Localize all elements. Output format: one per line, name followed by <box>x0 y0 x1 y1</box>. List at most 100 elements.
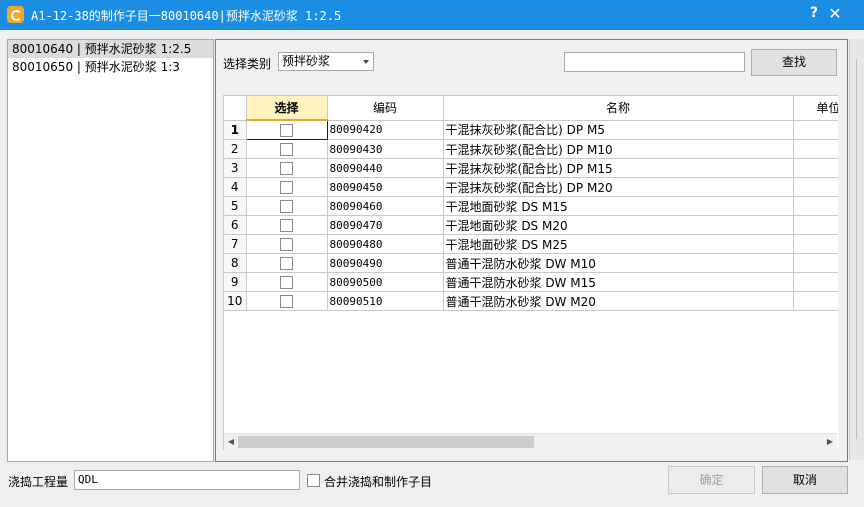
row-number: 6 <box>224 215 247 235</box>
row-number: 4 <box>224 177 247 197</box>
pour-quantity-label: 浇捣工程量 <box>8 475 69 489</box>
table-row[interactable]: 2 80090430 干混抹灰砂浆(配合比) DP M10 m3 <box>224 139 838 159</box>
row-number: 7 <box>224 234 247 254</box>
unit-cell[interactable]: m3 <box>793 291 838 311</box>
row-number: 10 <box>224 291 247 311</box>
background-window-edge <box>849 39 864 460</box>
table-row[interactable]: 10 80090510 普通干混防水砂浆 DW M20 m3 <box>224 291 838 311</box>
row-checkbox[interactable] <box>280 238 293 251</box>
row-checkbox[interactable] <box>280 257 293 270</box>
table-row[interactable]: 1 80090420 干混抹灰砂浆(配合比) DP M5 m3 <box>224 119 838 140</box>
row-checkbox[interactable] <box>280 276 293 289</box>
category-label: 选择类别 <box>223 57 272 71</box>
name-cell[interactable]: 干混抹灰砂浆(配合比) DP M5 <box>443 120 794 140</box>
unit-cell[interactable]: m3 <box>793 272 838 292</box>
table-row[interactable]: 4 80090450 干混抹灰砂浆(配合比) DP M20 m3 <box>224 177 838 197</box>
scrollbar-thumb[interactable] <box>238 436 534 448</box>
search-input[interactable] <box>564 52 745 72</box>
select-cell[interactable] <box>246 291 328 311</box>
row-checkbox[interactable] <box>280 219 293 232</box>
row-checkbox[interactable] <box>280 143 293 156</box>
row-number: 5 <box>224 196 247 216</box>
unit-cell[interactable]: m3 <box>793 215 838 235</box>
table-row[interactable]: 9 80090500 普通干混防水砂浆 DW M15 m3 <box>224 272 838 292</box>
code-cell[interactable]: 80090470 <box>327 215 444 235</box>
unit-cell[interactable]: m3 <box>793 196 838 216</box>
row-number-header <box>224 96 247 121</box>
table-row[interactable]: 7 80090480 干混地面砂浆 DS M25 m3 <box>224 234 838 254</box>
unit-cell[interactable]: m3 <box>793 234 838 254</box>
dropdown-arrow-icon <box>363 60 369 64</box>
name-cell[interactable]: 干混地面砂浆 DS M25 <box>443 234 794 254</box>
name-cell[interactable]: 干混抹灰砂浆(配合比) DP M15 <box>443 158 794 178</box>
select-cell[interactable] <box>246 253 328 273</box>
search-button[interactable]: 查找 <box>751 49 837 76</box>
name-cell[interactable]: 干混地面砂浆 DS M15 <box>443 196 794 216</box>
unit-cell[interactable]: m3 <box>793 120 838 140</box>
cancel-button[interactable]: 取消 <box>762 466 848 494</box>
select-cell[interactable] <box>246 215 328 235</box>
name-cell[interactable]: 干混地面砂浆 DS M20 <box>443 215 794 235</box>
column-header-select[interactable]: 选择 <box>246 96 328 121</box>
pour-quantity-input[interactable]: QDL <box>74 470 300 490</box>
column-header-code[interactable]: 编码 <box>327 96 444 121</box>
close-button[interactable]: ✕ <box>826 4 844 24</box>
select-cell[interactable] <box>246 234 328 254</box>
code-cell[interactable]: 80090480 <box>327 234 444 254</box>
column-header-name[interactable]: 名称 <box>443 96 794 121</box>
grid-header-row: 选择 编码 名称 单位 <box>224 96 838 121</box>
table-row[interactable]: 5 80090460 干混地面砂浆 DS M15 m3 <box>224 196 838 216</box>
name-cell[interactable]: 干混抹灰砂浆(配合比) DP M10 <box>443 139 794 159</box>
material-grid: 选择 编码 名称 单位 1 80090420 干混抹灰砂浆(配合比) DP M5… <box>223 95 838 450</box>
name-cell[interactable]: 干混抹灰砂浆(配合比) DP M20 <box>443 177 794 197</box>
list-item[interactable]: 80010640 | 预拌水泥砂浆 1:2.5 <box>8 40 213 58</box>
unit-cell[interactable]: m3 <box>793 139 838 159</box>
row-checkbox[interactable] <box>280 124 293 137</box>
unit-cell[interactable]: m3 <box>793 253 838 273</box>
code-cell[interactable]: 80090430 <box>327 139 444 159</box>
row-checkbox[interactable] <box>280 181 293 194</box>
unit-cell[interactable]: m3 <box>793 177 838 197</box>
table-row[interactable]: 3 80090440 干混抹灰砂浆(配合比) DP M15 m3 <box>224 158 838 178</box>
table-row[interactable]: 6 80090470 干混地面砂浆 DS M20 m3 <box>224 215 838 235</box>
row-number: 9 <box>224 272 247 292</box>
row-checkbox[interactable] <box>280 200 293 213</box>
row-number: 2 <box>224 139 247 159</box>
row-number: 8 <box>224 253 247 273</box>
help-button[interactable]: ? <box>806 5 822 23</box>
select-cell[interactable] <box>246 272 328 292</box>
merge-checkbox[interactable] <box>307 474 320 487</box>
code-cell[interactable]: 80090450 <box>327 177 444 197</box>
code-cell[interactable]: 80090460 <box>327 196 444 216</box>
merge-checkbox-label[interactable]: 合并浇捣和制作子目 <box>324 473 432 490</box>
horizontal-scrollbar[interactable]: ◀ ▶ <box>224 433 837 450</box>
select-cell[interactable] <box>246 177 328 197</box>
row-number: 3 <box>224 158 247 178</box>
scroll-left-arrow-icon[interactable]: ◀ <box>224 434 238 450</box>
scroll-right-arrow-icon[interactable]: ▶ <box>823 434 837 450</box>
name-cell[interactable]: 普通干混防水砂浆 DW M20 <box>443 291 794 311</box>
row-checkbox[interactable] <box>280 162 293 175</box>
select-cell[interactable] <box>246 158 328 178</box>
code-cell[interactable]: 80090500 <box>327 272 444 292</box>
code-cell[interactable]: 80090490 <box>327 253 444 273</box>
category-select[interactable]: 预拌砂浆 <box>278 52 374 71</box>
code-cell[interactable]: 80090440 <box>327 158 444 178</box>
code-cell[interactable]: 80090420 <box>327 120 444 140</box>
list-item[interactable]: 80010650 | 预拌水泥砂浆 1:3 <box>8 58 213 76</box>
name-cell[interactable]: 普通干混防水砂浆 DW M10 <box>443 253 794 273</box>
select-cell[interactable] <box>246 139 328 159</box>
confirm-button[interactable]: 确定 <box>668 466 755 494</box>
row-number: 1 <box>224 120 247 140</box>
select-cell[interactable] <box>245 119 328 140</box>
sub-item-list: 80010640 | 预拌水泥砂浆 1:2.5 80010650 | 预拌水泥砂… <box>7 39 214 462</box>
column-header-unit[interactable]: 单位 <box>793 96 838 121</box>
code-cell[interactable]: 80090510 <box>327 291 444 311</box>
name-cell[interactable]: 普通干混防水砂浆 DW M15 <box>443 272 794 292</box>
table-row[interactable]: 8 80090490 普通干混防水砂浆 DW M10 m3 <box>224 253 838 273</box>
row-checkbox[interactable] <box>280 295 293 308</box>
select-cell[interactable] <box>246 196 328 216</box>
category-selected-value: 预拌砂浆 <box>282 54 331 68</box>
unit-cell[interactable]: m3 <box>793 158 838 178</box>
app-icon <box>7 6 24 23</box>
